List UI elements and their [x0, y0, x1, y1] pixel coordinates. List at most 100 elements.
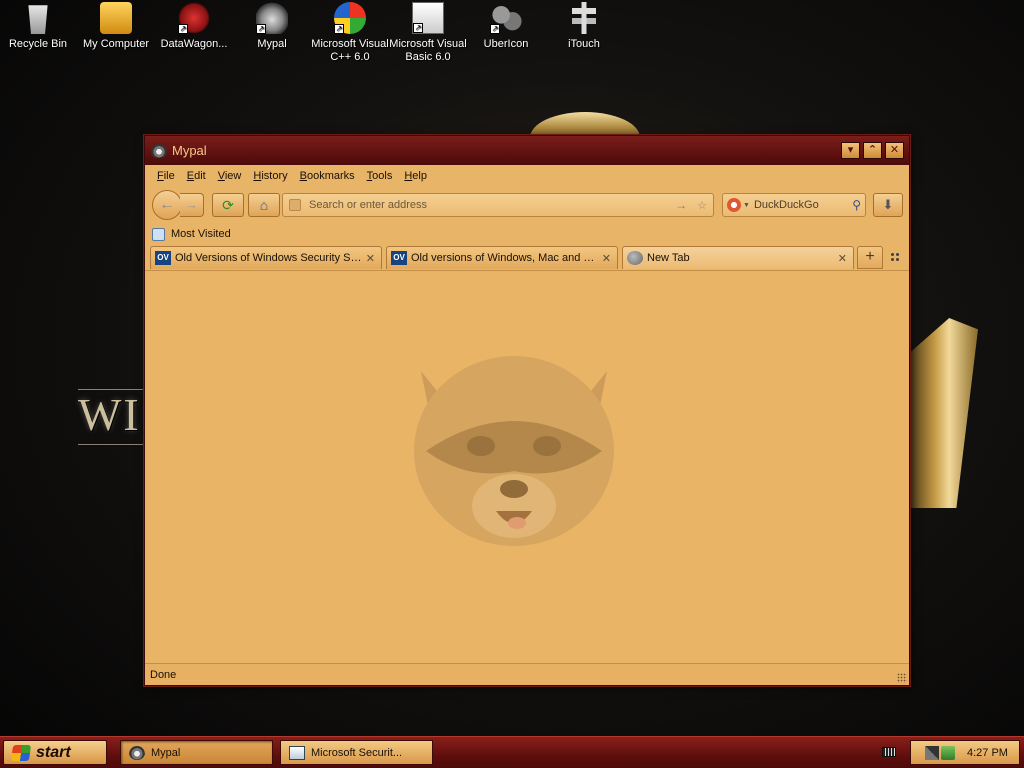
visual-basic-icon: ↗ [412, 2, 444, 34]
download-button[interactable]: ⬇ [873, 193, 903, 217]
menu-history[interactable]: History [247, 170, 293, 182]
page-content-area[interactable] [145, 270, 909, 662]
desktop-icon-label: UberIcon [483, 38, 529, 50]
menu-file[interactable]: File [151, 170, 181, 182]
tray-security-icon[interactable] [941, 745, 955, 760]
menu-accel: V [217, 170, 225, 182]
recycle-bin-icon [28, 5, 48, 34]
oldversion-favicon-icon: OV [155, 251, 171, 265]
search-engine-dropdown-icon[interactable]: ▼ [743, 202, 750, 209]
tab-title: Old versions of Windows, Mac and Lin... [411, 252, 598, 264]
new-tab-button[interactable]: + [857, 246, 883, 269]
home-button[interactable]: ⌂ [248, 193, 280, 217]
close-button[interactable]: ✕ [885, 142, 904, 159]
taskbar: start Mypal Microsoft Securit... 4:27 PM [0, 736, 1024, 768]
menu-label: ookmarks [306, 170, 355, 182]
desktop-icon-itouch[interactable]: iTouch [544, 2, 624, 51]
desktop-icon-label: DataWagon... [160, 38, 228, 50]
tray-app-icon[interactable] [925, 745, 939, 760]
minimize-button[interactable]: ▾ [841, 142, 860, 159]
tab-old-versions-os[interactable]: OV Old versions of Windows, Mac and Lin.… [386, 246, 618, 269]
tab-new-tab[interactable]: New Tab ✕ [622, 246, 854, 269]
mypal-icon: ↗ [256, 2, 288, 34]
tab-close-icon[interactable]: ✕ [838, 252, 847, 265]
desktop-icon-ubericon[interactable]: ↗ UberIcon [466, 2, 546, 51]
tab-title: New Tab [647, 252, 690, 264]
go-arrow-icon[interactable]: → [675, 198, 687, 212]
desktop-icon-label: Recycle Bin [8, 38, 68, 50]
forward-button[interactable]: → [180, 193, 204, 217]
url-bar[interactable]: Search or enter address → ☆ [282, 193, 714, 217]
mypal-app-icon[interactable] [151, 143, 167, 158]
navigation-toolbar: ← → ⟳ ⌂ Search or enter address → ☆ ▼ Du… [145, 187, 909, 223]
system-tray: 4:27 PM [910, 740, 1020, 765]
menu-bar: File Edit View History Bookmarks Tools H… [145, 165, 909, 187]
start-button[interactable]: start [3, 740, 107, 765]
bookmarks-toolbar: Most Visited [145, 223, 909, 245]
most-visited-folder-icon [152, 227, 165, 241]
tab-title: Old Versions of Windows Security Soft... [175, 252, 362, 264]
desktop-icon-my-computer[interactable]: My Computer [76, 2, 156, 51]
duckduckgo-icon[interactable] [727, 198, 741, 212]
oldversion-favicon-icon: OV [391, 251, 407, 265]
wallpaper-line-bottom [78, 444, 146, 445]
window-title: Mypal [172, 143, 207, 158]
raccoon-watermark-image [414, 356, 614, 546]
status-text: Done [150, 668, 177, 681]
reload-button[interactable]: ⟳ [212, 193, 244, 217]
start-label: start [36, 743, 71, 761]
menu-label: elp [412, 170, 427, 182]
shortcut-arrow-icon: ↗ [334, 24, 344, 34]
desktop-icon-datawagon[interactable]: ↗ DataWagon... [154, 2, 234, 51]
menu-view[interactable]: View [212, 170, 248, 182]
resize-grip-icon[interactable] [897, 673, 907, 683]
taskbar-button-label: Microsoft Securit... [311, 746, 403, 759]
desktop-icon-label: iTouch [568, 38, 600, 50]
bookmark-most-visited[interactable]: Most Visited [171, 228, 231, 240]
browser-window: Mypal ▾ ⌃ ✕ File Edit View History Bookm… [144, 135, 910, 686]
search-bar[interactable]: ▼ DuckDuckGo ⚲ [722, 193, 866, 217]
menu-label: istory [261, 170, 288, 182]
desktop-icon-recycle-bin[interactable]: Recycle Bin [0, 2, 78, 51]
desktop-icon-label: Microsoft Visual Basic 6.0 [389, 38, 467, 63]
menu-edit[interactable]: Edit [181, 170, 212, 182]
visual-cpp-icon: ↗ [334, 2, 366, 34]
desktop-icon-visual-basic[interactable]: ↗ Microsoft Visual Basic 6.0 [388, 2, 468, 64]
windows-flag-icon [10, 744, 32, 761]
menu-label: dit [194, 170, 206, 182]
taskbar-button-mypal[interactable]: Mypal [120, 740, 273, 765]
tab-list-grid-icon[interactable] [890, 252, 900, 262]
desktop-icon-label: My Computer [82, 38, 150, 50]
document-icon [289, 745, 305, 760]
tab-old-versions-security[interactable]: OV Old Versions of Windows Security Soft… [150, 246, 382, 269]
ubericon-icon: ↗ [490, 2, 522, 34]
url-input-placeholder[interactable]: Search or enter address [309, 199, 675, 211]
desktop-icon-label: Mypal [257, 38, 287, 50]
menu-bookmarks[interactable]: Bookmarks [294, 170, 361, 182]
globe-icon [627, 251, 643, 265]
menu-accel: E [186, 170, 195, 182]
desktop-icon-visual-cpp[interactable]: ↗ Microsoft Visual C++ 6.0 [310, 2, 390, 64]
site-identity-icon[interactable] [289, 199, 301, 211]
search-input-placeholder[interactable]: DuckDuckGo [754, 199, 852, 211]
shortcut-arrow-icon: ↗ [256, 24, 266, 34]
menu-accel: B [299, 170, 307, 182]
search-icon[interactable]: ⚲ [852, 198, 861, 212]
bookmark-star-icon[interactable]: ☆ [697, 199, 707, 212]
tab-close-icon[interactable]: ✕ [366, 252, 375, 265]
menu-help[interactable]: Help [398, 170, 433, 182]
taskbar-button-microsoft-security[interactable]: Microsoft Securit... [280, 740, 433, 765]
window-titlebar[interactable]: Mypal ▾ ⌃ ✕ [145, 136, 909, 165]
keyboard-icon[interactable] [882, 747, 896, 757]
shortcut-arrow-icon: ↗ [178, 24, 188, 34]
clock[interactable]: 4:27 PM [967, 747, 1008, 759]
mypal-icon [129, 745, 145, 760]
menu-tools[interactable]: Tools [361, 170, 399, 182]
datawagon-icon: ↗ [178, 2, 210, 34]
back-button[interactable]: ← [152, 190, 182, 220]
maximize-button[interactable]: ⌃ [863, 142, 882, 159]
tab-close-icon[interactable]: ✕ [602, 252, 611, 265]
itouch-icon [568, 2, 600, 34]
shortcut-arrow-icon: ↗ [490, 24, 500, 34]
desktop-icon-mypal[interactable]: ↗ Mypal [232, 2, 312, 51]
